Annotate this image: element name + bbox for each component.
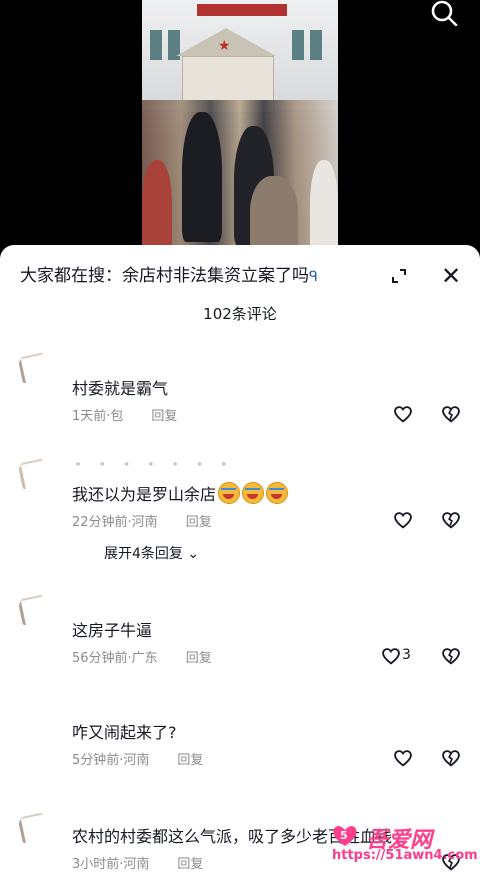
comment-time-location: 22分钟前·河南 xyxy=(72,515,158,530)
reply-button[interactable]: 回复 xyxy=(186,515,212,530)
close-icon[interactable]: ✕ xyxy=(438,263,464,289)
broken-heart-icon[interactable] xyxy=(440,645,462,667)
comment-text: 咋又闹起来了? xyxy=(72,723,177,742)
reply-button[interactable]: 回复 xyxy=(151,409,177,424)
crying-emoji-icon xyxy=(242,482,265,504)
username-blurred[interactable]: ∙ ∙ ∙ ∙ ∙ ∙ ∙ xyxy=(74,457,234,472)
video-frame: ★ xyxy=(142,0,338,255)
chevron-down-icon: ⌄ xyxy=(187,546,200,562)
video-player[interactable]: ★ xyxy=(0,0,480,255)
site-watermark: 5 吾爱网 https://51awn4.com xyxy=(326,822,478,872)
heart-icon[interactable] xyxy=(392,509,414,531)
search-query-icon: ᑫ xyxy=(309,269,318,285)
comment-text: 村委就是霸气 xyxy=(72,379,169,398)
svg-text:5: 5 xyxy=(340,829,348,842)
reply-button[interactable]: 回复 xyxy=(186,651,212,666)
comment-text: 这房子牛逼 xyxy=(72,621,153,640)
search-icon[interactable] xyxy=(430,0,460,26)
avatar[interactable] xyxy=(18,349,58,389)
heart-icon[interactable] xyxy=(392,747,414,769)
video-building: ★ xyxy=(142,0,338,113)
comment-meta: 5分钟前·河南 回复 xyxy=(72,749,203,768)
crying-emoji-icon xyxy=(218,482,241,504)
expand-icon[interactable] xyxy=(388,265,410,287)
reply-button[interactable]: 回复 xyxy=(177,753,203,768)
comment-time-location: 5分钟前·河南 xyxy=(72,753,150,768)
broken-heart-icon[interactable] xyxy=(440,509,462,531)
related-search-link[interactable]: 大家都在搜：余店村非法集资立案了吗ᑫ xyxy=(20,263,340,289)
like-count: 3 xyxy=(402,647,411,663)
comment-time-location: 1天前·包 xyxy=(72,409,124,424)
broken-heart-icon[interactable] xyxy=(440,747,462,769)
comment-time-location: 3小时前·河南 xyxy=(72,857,150,872)
related-search-text: 大家都在搜：余店村非法集资立案了吗 xyxy=(20,266,309,286)
comment-meta: 3小时前·河南 回复 xyxy=(72,853,203,872)
comment-count: 102条评论 xyxy=(203,305,277,323)
comment-meta: 56分钟前·广东 回复 xyxy=(72,647,212,666)
comment-meta: 1天前·包 回复 xyxy=(72,405,177,424)
avatar[interactable] xyxy=(18,809,58,849)
avatar[interactable] xyxy=(18,591,58,631)
watermark-logo-icon: 5 xyxy=(333,826,357,846)
comment-text: 我还以为是罗山余店 xyxy=(72,481,289,505)
expand-replies-button[interactable]: 展开4条回复 ⌄ xyxy=(104,543,199,563)
heart-icon[interactable] xyxy=(392,403,414,425)
comment-time-location: 56分钟前·广东 xyxy=(72,651,158,666)
heart-icon[interactable] xyxy=(380,645,402,667)
avatar[interactable] xyxy=(18,455,58,495)
comment-meta: 22分钟前·河南 回复 xyxy=(72,511,212,530)
reply-button[interactable]: 回复 xyxy=(177,857,203,872)
broken-heart-icon[interactable] xyxy=(440,403,462,425)
comment-sheet: 大家都在搜：余店村非法集资立案了吗ᑫ ✕ 102条评论 村委就是霸气 1天前·包… xyxy=(0,245,480,893)
watermark-url: https://51awn4.com xyxy=(332,848,478,863)
crying-emoji-icon xyxy=(266,482,289,504)
